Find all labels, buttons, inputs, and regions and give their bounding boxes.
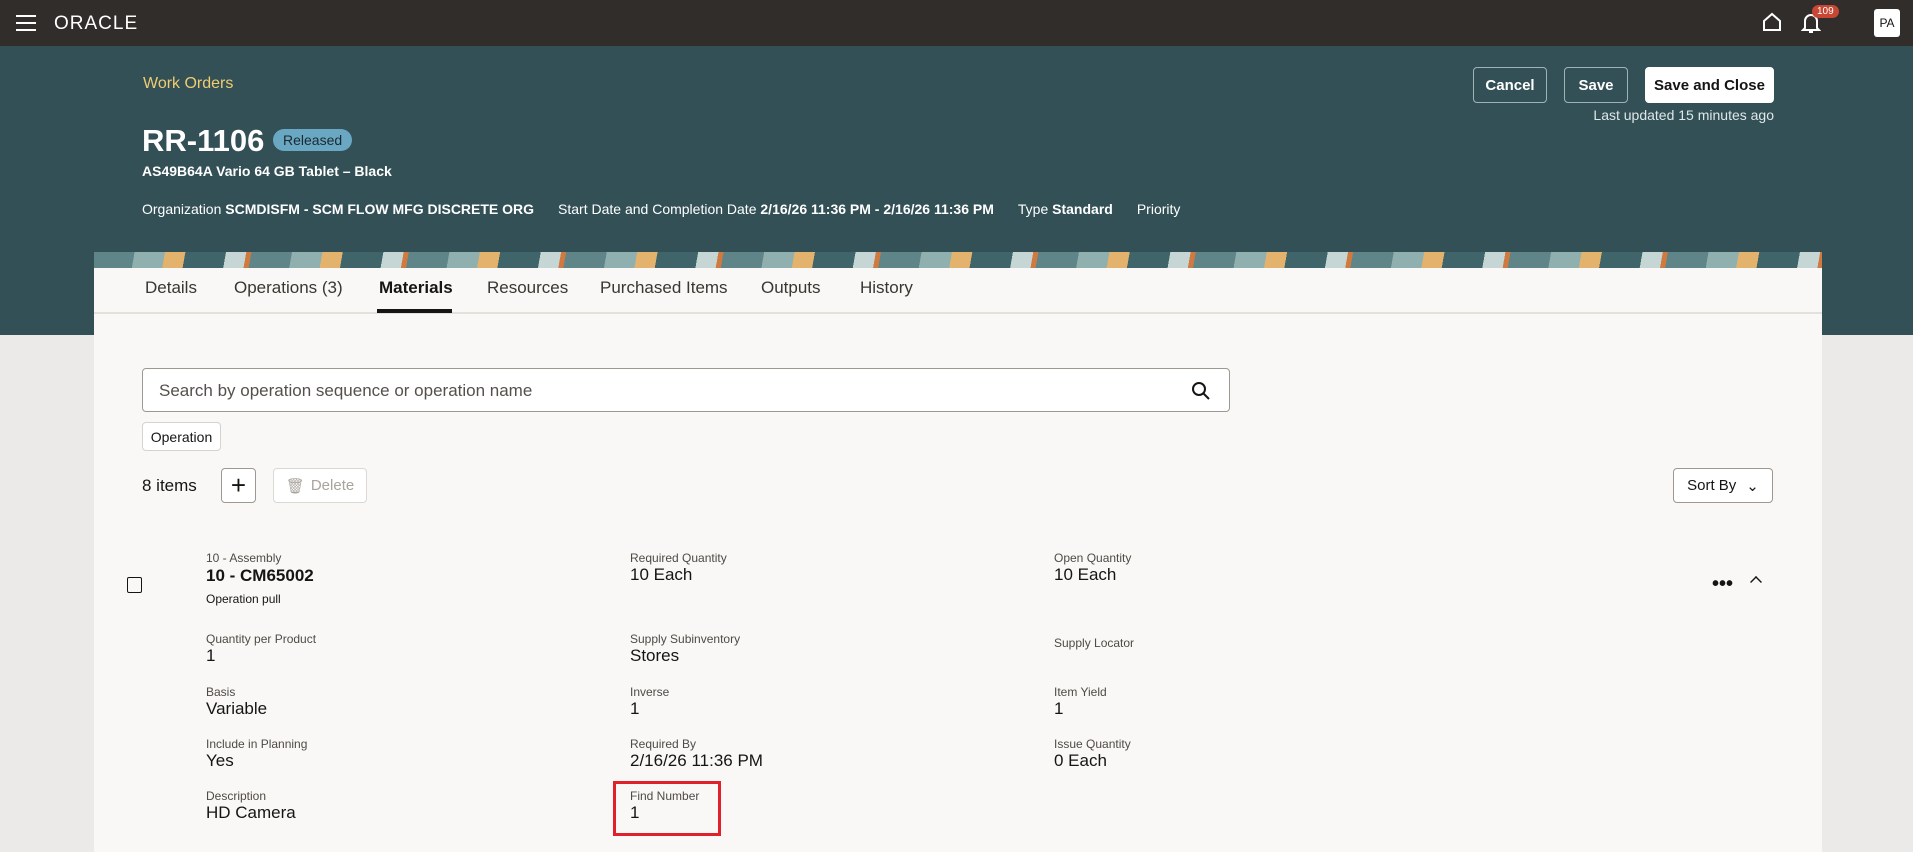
status-badge: Released [273, 129, 353, 151]
page-title: RR-1106 [142, 123, 265, 158]
operation-label: 10 - Assembly [206, 551, 282, 565]
field-open-quantity: Open Quantity 10 Each [1054, 551, 1132, 584]
decorative-banner [94, 252, 1822, 268]
cancel-button[interactable]: Cancel [1473, 67, 1547, 103]
save-and-close-button[interactable]: Save and Close [1645, 67, 1774, 103]
chevron-down-icon: ⌄ [1746, 477, 1759, 495]
field-required-quantity: Required Quantity 10 Each [630, 551, 727, 584]
home-icon[interactable] [1762, 12, 1782, 32]
supply-type: Operation pull [206, 592, 281, 606]
field-quantity-per-product: Quantity per Product 1 [206, 632, 317, 665]
active-tab-indicator [377, 309, 452, 313]
field-description: Description HD Camera [206, 789, 296, 822]
row-checkbox[interactable] [127, 577, 142, 593]
search-input[interactable]: Search by operation sequence or operatio… [159, 381, 532, 401]
field-item-yield: Item Yield 1 [1054, 685, 1107, 718]
tab-purchased-items[interactable]: Purchased Items [600, 278, 728, 298]
avatar[interactable]: PA [1874, 9, 1900, 37]
tab-details[interactable]: Details [145, 278, 197, 298]
meta-type: Type Standard [1017, 201, 1113, 217]
tab-outputs[interactable]: Outputs [761, 278, 821, 298]
top-bar: ORACLE 109 PA [0, 0, 1913, 46]
breadcrumb[interactable]: Work Orders [143, 75, 233, 93]
highlight-box [613, 781, 721, 836]
tab-operations[interactable]: Operations (3) [234, 278, 343, 298]
field-required-by: Required By 2/16/26 11:36 PM [630, 737, 763, 770]
search-icon[interactable] [1191, 381, 1211, 401]
content-card [94, 252, 1822, 852]
field-basis: Basis Variable [206, 685, 268, 718]
operation-filter-chip[interactable]: Operation [142, 422, 221, 451]
item-title[interactable]: 10 - CM65002 [206, 566, 314, 586]
last-updated: Last updated 15 minutes ago [1593, 107, 1774, 123]
tab-history[interactable]: History [860, 278, 913, 298]
sort-by-button[interactable]: Sort By ⌄ [1673, 468, 1773, 503]
tab-materials[interactable]: Materials [379, 278, 453, 298]
plus-icon: + [230, 470, 247, 500]
add-button[interactable]: + [221, 468, 256, 503]
search-field[interactable]: Search by operation sequence or operatio… [142, 368, 1230, 412]
trash-icon: 🗑 [285, 477, 305, 495]
item-subtitle: AS49B64A Vario 64 GB Tablet – Black [142, 163, 392, 179]
oracle-logo: ORACLE [54, 13, 139, 34]
field-supply-locator: Supply Locator [1054, 636, 1135, 650]
meta-dates: Start Date and Completion Date 2/16/26 1… [558, 201, 994, 217]
notification-badge: 109 [1812, 5, 1839, 18]
field-include-in-planning: Include in Planning Yes [206, 737, 308, 770]
field-issue-quantity: Issue Quantity 0 Each [1054, 737, 1131, 770]
header-meta: Organization SCMDISFM - SCM FLOW MFG DIS… [142, 201, 1180, 217]
tab-resources[interactable]: Resources [487, 278, 568, 298]
save-button[interactable]: Save [1564, 67, 1628, 103]
tab-bar-divider [94, 312, 1822, 314]
item-count: 8 items [142, 476, 197, 495]
more-actions-icon[interactable]: ••• [1712, 573, 1733, 596]
field-supply-subinventory: Supply Subinventory Stores [630, 632, 741, 665]
meta-priority: Priority [1136, 201, 1181, 217]
field-inverse: Inverse 1 [630, 685, 670, 718]
menu-icon[interactable] [16, 15, 36, 31]
delete-button[interactable]: 🗑 Delete [273, 468, 367, 503]
meta-organization: Organization SCMDISFM - SCM FLOW MFG DIS… [142, 201, 535, 217]
